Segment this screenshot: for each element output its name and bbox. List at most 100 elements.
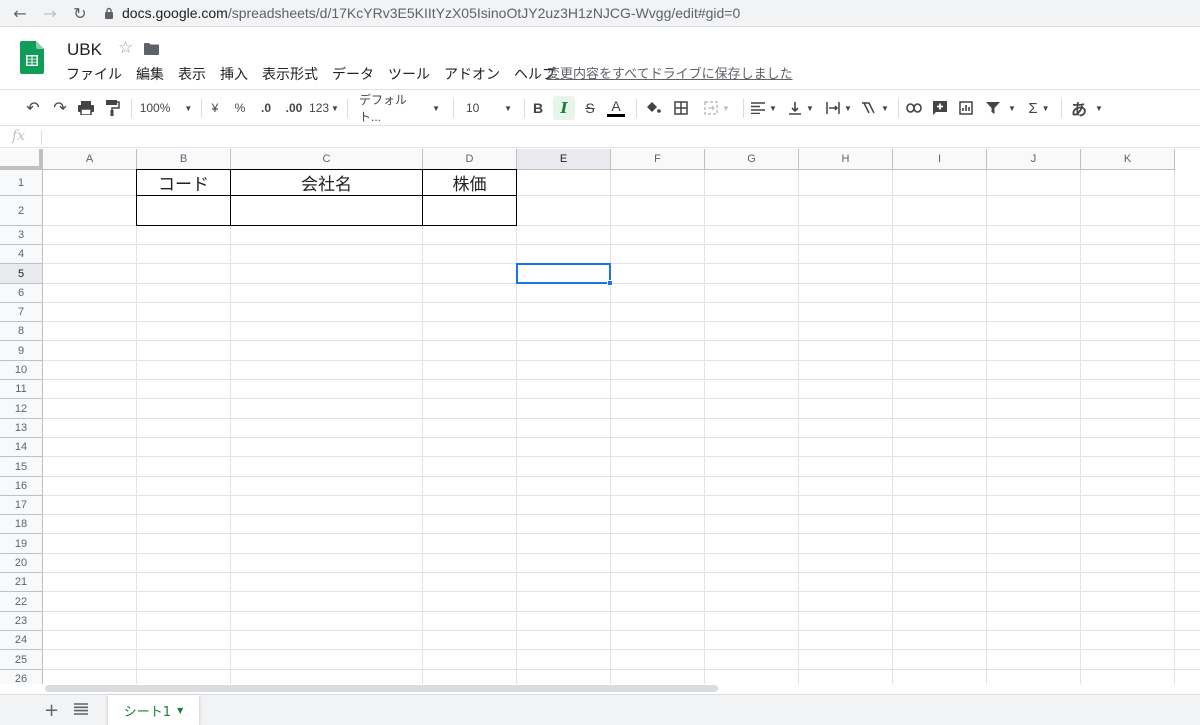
input-tools-button[interactable]: あ ▼ <box>1067 96 1107 120</box>
row-header-12[interactable]: 12 <box>0 399 43 419</box>
cell-d1[interactable]: 株価 <box>422 169 517 196</box>
row-header-17[interactable]: 17 <box>0 496 43 515</box>
formula-input[interactable] <box>48 127 1198 147</box>
menu-edit[interactable]: 編集 <box>129 65 171 85</box>
functions-button[interactable]: Σ ▼ <box>1024 96 1054 120</box>
borders-icon[interactable] <box>670 96 692 120</box>
column-header-f[interactable]: F <box>611 149 705 170</box>
column-header-a[interactable]: A <box>43 149 137 170</box>
row-header-19[interactable]: 19 <box>0 534 43 554</box>
row-header-1[interactable]: 1 <box>0 170 43 196</box>
insert-link-icon[interactable] <box>903 96 925 120</box>
row-header-14[interactable]: 14 <box>0 438 43 457</box>
row-header-18[interactable]: 18 <box>0 515 43 534</box>
row-header-10[interactable]: 10 <box>0 361 43 380</box>
fill-handle[interactable] <box>607 280 613 286</box>
currency-format-button[interactable]: ¥ <box>206 96 224 120</box>
zoom-select[interactable]: 100% ▼ <box>137 96 195 120</box>
undo-icon[interactable]: ↶ <box>22 96 44 120</box>
row-header-13[interactable]: 13 <box>0 419 43 438</box>
column-header-k[interactable]: K <box>1081 149 1175 170</box>
spreadsheet-grid[interactable]: A B C D E F G H I J K 1 2 3 4 5 6 7 8 9 10 11 12 13 14 15 16 17 18 19… <box>0 149 1200 684</box>
print-icon[interactable] <box>75 96 97 120</box>
save-status-link[interactable]: 変更内容をすべてドライブに保存しました <box>547 65 793 85</box>
menu-tools[interactable]: ツール <box>381 65 437 85</box>
column-header-c[interactable]: C <box>231 149 423 170</box>
sheet-tab[interactable]: シート1 ▼ <box>108 695 199 725</box>
row-header-8[interactable]: 8 <box>0 322 43 341</box>
menu-data[interactable]: データ <box>325 65 381 85</box>
menu-format[interactable]: 表示形式 <box>255 65 325 85</box>
strikethrough-button[interactable]: S <box>580 96 600 120</box>
document-title[interactable]: UBK <box>67 40 102 60</box>
all-sheets-icon[interactable] <box>74 703 88 715</box>
active-cell-selection[interactable] <box>516 263 611 284</box>
row-header-23[interactable]: 23 <box>0 612 43 631</box>
star-icon[interactable]: ☆ <box>118 38 133 58</box>
row-header-20[interactable]: 20 <box>0 554 43 573</box>
row-header-9[interactable]: 9 <box>0 341 43 361</box>
text-wrap-icon[interactable]: ▼ <box>822 96 856 120</box>
italic-button[interactable]: I <box>553 96 575 120</box>
horizontal-scrollbar[interactable] <box>43 684 1200 693</box>
fill-color-icon[interactable] <box>642 96 664 120</box>
vertical-align-icon[interactable]: ▼ <box>784 96 818 120</box>
menu-view[interactable]: 表示 <box>171 65 213 85</box>
column-header-i[interactable]: I <box>893 149 987 170</box>
url-field[interactable]: docs.google.com /spreadsheets/d/17KcYRv3… <box>104 2 1200 24</box>
cell-d2[interactable] <box>422 195 517 226</box>
column-header-b[interactable]: B <box>137 149 231 170</box>
row-header-3[interactable]: 3 <box>0 226 43 245</box>
row-header-7[interactable]: 7 <box>0 303 43 322</box>
column-header-e[interactable]: E <box>517 149 611 170</box>
row-header-26[interactable]: 26 <box>0 670 43 684</box>
row-header-4[interactable]: 4 <box>0 245 43 264</box>
percent-format-button[interactable]: % <box>231 96 249 120</box>
column-header-h[interactable]: H <box>799 149 893 170</box>
more-formats-button[interactable]: 123 ▼ <box>308 96 340 120</box>
back-icon[interactable]: ← <box>5 0 35 27</box>
scrollbar-thumb[interactable] <box>45 685 718 692</box>
row-header-24[interactable]: 24 <box>0 631 43 650</box>
decrease-decimal-button[interactable]: .0 <box>254 96 278 120</box>
row-header-22[interactable]: 22 <box>0 592 43 612</box>
row-header-25[interactable]: 25 <box>0 650 43 670</box>
font-size-select[interactable]: 10 ▼ <box>460 96 518 120</box>
column-header-d[interactable]: D <box>423 149 517 170</box>
filter-icon[interactable]: ▼ <box>982 96 1020 120</box>
text-color-button[interactable]: A <box>604 96 628 120</box>
merge-cells-icon[interactable]: ▼ <box>698 96 736 120</box>
toolbar-divider <box>524 99 525 118</box>
cell-c2[interactable] <box>230 195 423 226</box>
row-header-16[interactable]: 16 <box>0 477 43 496</box>
row-header-6[interactable]: 6 <box>0 284 43 303</box>
font-family-select[interactable]: デフォルト... ▼ <box>353 93 446 124</box>
cell-b1[interactable]: コード <box>136 169 231 196</box>
redo-icon[interactable]: ↷ <box>49 96 71 120</box>
horizontal-align-icon[interactable]: ▼ <box>748 96 780 120</box>
folder-icon[interactable] <box>144 43 159 55</box>
cell-b2[interactable] <box>136 195 231 226</box>
reload-icon[interactable]: ↻ <box>65 0 95 27</box>
text-rotation-icon[interactable]: ▼ <box>858 96 892 120</box>
add-sheet-icon[interactable]: + <box>44 700 59 721</box>
menu-file[interactable]: ファイル <box>59 65 129 85</box>
column-header-j[interactable]: J <box>987 149 1081 170</box>
forward-icon[interactable]: → <box>35 0 65 27</box>
increase-decimal-button[interactable]: .00 <box>282 96 306 120</box>
cell-c1[interactable]: 会社名 <box>230 169 423 196</box>
paint-format-icon[interactable] <box>102 96 124 120</box>
column-header-g[interactable]: G <box>705 149 799 170</box>
row-header-15[interactable]: 15 <box>0 457 43 477</box>
menu-addons[interactable]: アドオン <box>437 65 507 85</box>
insert-comment-icon[interactable] <box>929 96 951 120</box>
sheets-logo-icon[interactable] <box>20 41 44 74</box>
row-header-21[interactable]: 21 <box>0 573 43 592</box>
row-header-11[interactable]: 11 <box>0 380 43 399</box>
select-all-corner[interactable] <box>0 149 43 170</box>
menu-insert[interactable]: 挿入 <box>213 65 255 85</box>
insert-chart-icon[interactable] <box>955 96 977 120</box>
row-header-2[interactable]: 2 <box>0 196 43 226</box>
bold-button[interactable]: B <box>528 96 548 120</box>
row-header-5[interactable]: 5 <box>0 264 43 284</box>
